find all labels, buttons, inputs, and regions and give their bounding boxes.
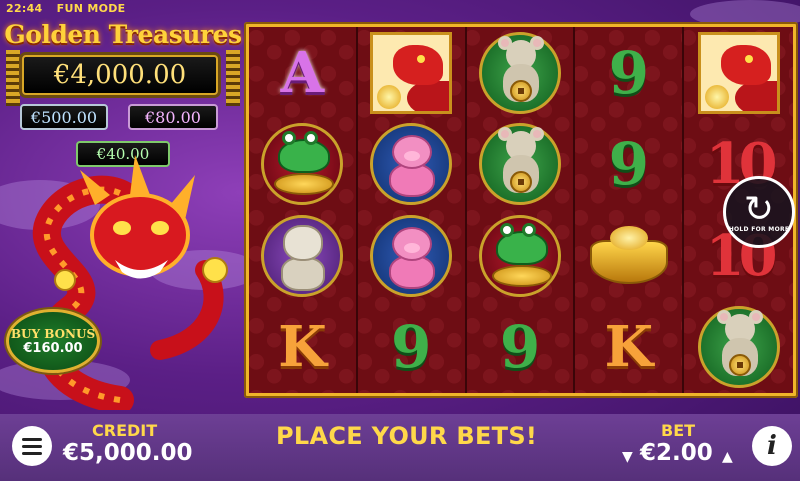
menu-button[interactable] xyxy=(12,426,52,466)
jackpot-ornament xyxy=(6,50,20,106)
hamburger-icon xyxy=(22,437,42,441)
reel-cell: A xyxy=(249,27,356,119)
status-message: PLACE YOUR BETS! xyxy=(276,422,538,450)
reel-cell: 9 xyxy=(575,27,682,119)
reel-3: 9 xyxy=(467,27,576,393)
symbol-K: K xyxy=(604,314,654,381)
symbol-fu-dog xyxy=(261,214,344,297)
fun-mode-label: FUN MODE xyxy=(56,2,126,15)
reel-cell xyxy=(467,210,574,302)
status-bar: 22:44 FUN MODE xyxy=(6,2,135,15)
reel-cell xyxy=(684,27,793,119)
reel-cell xyxy=(358,119,465,211)
clock: 22:44 xyxy=(6,2,43,15)
reel-cell xyxy=(575,210,682,302)
reel-grid: A K 9 9 9 9 K 10 10 xyxy=(249,27,793,393)
reel-cell xyxy=(249,210,356,302)
reel-cell: 9 xyxy=(575,119,682,211)
reel-cell xyxy=(358,27,465,119)
reel-cell xyxy=(467,119,574,211)
reel-4: 9 9 K xyxy=(575,27,685,394)
symbol-rat xyxy=(478,123,561,206)
symbol-rat xyxy=(697,306,780,389)
hamburger-icon xyxy=(22,444,42,448)
symbol-9: 9 xyxy=(391,313,432,382)
buy-bonus-button[interactable]: BUY BONUS €160.00 xyxy=(6,309,100,373)
triangle-down-icon[interactable]: ▼ xyxy=(622,449,633,465)
hamburger-icon xyxy=(22,451,42,455)
autoplay-label: HOLD FOR MORE xyxy=(728,225,790,233)
reel-cell xyxy=(684,302,793,394)
symbol-dragon xyxy=(697,31,780,114)
symbol-rat xyxy=(478,31,561,114)
reel-cell: 9 xyxy=(467,302,574,394)
reel-cell xyxy=(467,27,574,119)
reel-cell: 9 xyxy=(358,302,465,394)
bet-value: €2.00 xyxy=(640,440,713,466)
reel-cell xyxy=(249,119,356,211)
reel-2: 9 xyxy=(358,27,467,393)
symbol-gold-ingot xyxy=(589,225,668,286)
autoplay-button[interactable]: ↻ HOLD FOR MORE xyxy=(723,176,795,248)
info-icon: i xyxy=(767,431,777,461)
symbol-9: 9 xyxy=(608,130,649,199)
reel-cell xyxy=(358,210,465,302)
symbol-K: K xyxy=(278,314,327,381)
jackpot-major: €500.00 xyxy=(20,104,108,130)
triangle-up-icon[interactable]: ▲ xyxy=(722,449,733,465)
symbol-frog xyxy=(261,123,344,206)
info-button[interactable]: i xyxy=(752,426,792,466)
symbol-pig xyxy=(370,214,453,297)
symbol-frog xyxy=(478,214,561,297)
symbol-pig xyxy=(370,123,453,206)
symbol-dragon xyxy=(370,31,453,114)
reel-1: AK xyxy=(249,27,358,393)
game-logo: Golden Treasures xyxy=(4,20,242,49)
credit-value: €5,000.00 xyxy=(63,440,193,466)
bet-label: BET xyxy=(661,421,696,440)
refresh-icon: ↻ xyxy=(743,188,775,230)
jackpot-ornament xyxy=(226,50,240,106)
jackpot-grand: €4,000.00 xyxy=(22,55,218,95)
reel-cell: K xyxy=(575,302,682,394)
symbol-9: 9 xyxy=(499,313,541,382)
symbol-A: A xyxy=(280,39,325,106)
jackpot-minor: €80.00 xyxy=(128,104,218,130)
symbol-9: 9 xyxy=(608,38,649,107)
credit-label: CREDIT xyxy=(92,421,158,440)
reels-frame: A K 9 9 9 9 K 10 10 xyxy=(244,22,798,398)
buy-bonus-price: €160.00 xyxy=(23,340,83,356)
buy-bonus-label: BUY BONUS xyxy=(10,326,96,341)
reel-cell: K xyxy=(249,302,356,394)
